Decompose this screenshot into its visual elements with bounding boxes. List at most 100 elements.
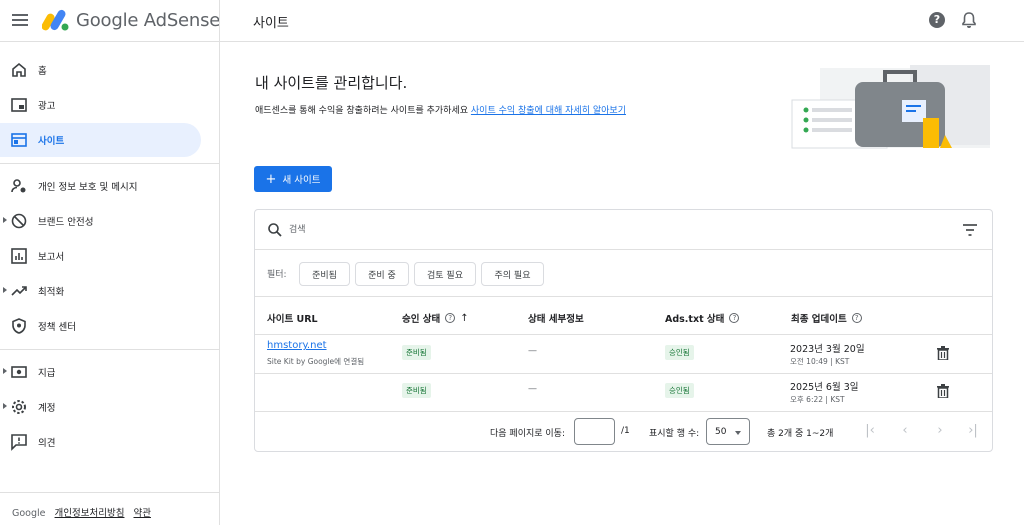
shield-icon — [12, 318, 26, 334]
sites-icon — [11, 133, 27, 147]
sites-table-card: 필터: 준비됨 준비 중 검토 필요 주의 필요 사이트 URL 승인 상태?↑… — [254, 209, 993, 452]
sidebar-item-label: 정책 센터 — [38, 322, 76, 333]
sidebar-item-label: 사이트 — [38, 136, 65, 147]
briefcase-illustration — [791, 65, 990, 149]
column-header-last-updated[interactable]: 최종 업데이트? — [791, 311, 862, 325]
first-page-icon[interactable]: |‹ — [861, 422, 879, 440]
terms-link[interactable]: 약관 — [134, 508, 151, 519]
sidebar-item-label: 홈 — [38, 66, 47, 77]
ads-txt-badge: 승인됨 — [665, 383, 694, 398]
last-updated-date: 2025년 6월 3일 — [790, 382, 859, 393]
filter-chip-preparing[interactable]: 준비 중 — [355, 262, 409, 286]
sidebar-divider — [0, 163, 219, 164]
rows-per-page-select[interactable]: 50 — [706, 418, 750, 445]
learn-more-link[interactable]: 사이트 수익 창출에 대해 자세히 알아보기 — [471, 106, 626, 116]
sidebar-item-privacy[interactable]: 개인 정보 보호 및 메시지 — [0, 169, 201, 203]
ads-icon — [11, 98, 27, 112]
page-number-input[interactable] — [574, 418, 615, 445]
help-icon: ? — [729, 313, 740, 323]
google-label: Google — [12, 508, 46, 519]
pagination-bar: 다음 페이지로 이동: /1 표시할 행 수: 50 총 2개 중 1~2개 |… — [255, 412, 992, 452]
adsense-logo — [42, 9, 69, 31]
row-divider — [255, 373, 992, 374]
approval-status-badge: 준비됨 — [402, 383, 431, 398]
ads-txt-badge: 승인됨 — [665, 345, 694, 360]
sidebar-item-label: 의견 — [38, 438, 56, 449]
header-divider — [255, 334, 992, 335]
column-header-ads-txt[interactable]: Ads.txt 상태? — [665, 311, 740, 325]
delete-icon[interactable] — [937, 384, 949, 398]
new-site-button[interactable]: + 새 사이트 — [254, 166, 332, 192]
notifications-icon[interactable] — [961, 11, 977, 29]
sidebar-item-label: 지급 — [38, 368, 56, 379]
chevron-down-icon — [735, 431, 741, 435]
sidebar-item-account[interactable]: 계정 — [0, 390, 201, 424]
help-icon: ? — [851, 313, 862, 323]
expand-icon[interactable] — [3, 287, 7, 293]
rows-per-page-value: 50 — [715, 426, 727, 437]
column-header-site-url[interactable]: 사이트 URL — [267, 311, 318, 325]
block-icon — [11, 213, 27, 229]
approval-status-badge: 준비됨 — [402, 345, 431, 360]
sidebar-item-policy-center[interactable]: 정책 센터 — [0, 309, 201, 343]
sidebar-item-reports[interactable]: 보고서 — [0, 239, 201, 273]
search-bar — [255, 210, 992, 250]
trending-icon — [11, 286, 27, 296]
page-total: /1 — [621, 426, 630, 436]
last-updated-time: 오후 6:22 | KST — [790, 395, 845, 404]
search-input[interactable] — [289, 222, 889, 238]
header-divider — [219, 0, 220, 42]
site-url-link[interactable]: hmstory.net — [267, 340, 327, 351]
privacy-link[interactable]: 개인정보처리방침 — [55, 508, 125, 519]
sidebar-item-ads[interactable]: 광고 — [0, 88, 201, 122]
last-page-icon[interactable]: ›| — [964, 422, 982, 440]
help-icon: ? — [445, 313, 456, 323]
new-site-label: 새 사이트 — [282, 175, 321, 186]
sidebar-item-label: 광고 — [38, 101, 56, 112]
reports-icon — [11, 248, 27, 264]
sidebar-divider — [0, 349, 219, 350]
sidebar-item-home[interactable]: 홈 — [0, 53, 201, 87]
sidebar-item-optimization[interactable]: 최적화 — [0, 274, 201, 308]
sidebar-item-label: 보고서 — [38, 252, 65, 263]
expand-icon[interactable] — [3, 368, 7, 374]
filter-chip-ready[interactable]: 준비됨 — [299, 262, 350, 286]
sidebar-item-label: 최적화 — [38, 287, 65, 298]
filter-chip-attention-needed[interactable]: 주의 필요 — [481, 262, 544, 286]
payments-icon — [11, 366, 27, 378]
sidebar-footer: Google 개인정보처리방침 약관 — [12, 505, 151, 519]
status-details-value: — — [528, 384, 537, 394]
filter-chip-review-needed[interactable]: 검토 필요 — [414, 262, 476, 286]
sort-arrow-icon: ↑ — [460, 312, 469, 324]
filter-icon[interactable] — [963, 224, 977, 236]
rows-per-page-label: 표시할 행 수: — [649, 429, 700, 439]
page-title: 사이트 — [253, 16, 289, 31]
description-text: 애드센스를 통해 수익을 창출하려는 사이트를 추가하세요 — [255, 106, 469, 116]
sidebar-divider — [0, 492, 219, 493]
home-icon — [12, 62, 26, 77]
range-text: 총 2개 중 1~2개 — [767, 429, 834, 439]
sidebar-item-label: 개인 정보 보호 및 메시지 — [38, 182, 138, 193]
goto-page-label: 다음 페이지로 이동: — [490, 429, 565, 439]
delete-icon[interactable] — [937, 346, 949, 360]
expand-icon[interactable] — [3, 403, 7, 409]
sidebar-item-payments[interactable]: 지급 — [0, 355, 201, 389]
brand-name: Google AdSense — [76, 10, 221, 31]
next-page-icon[interactable]: › — [931, 422, 949, 440]
sidebar: 홈 광고 사이트 개인 정보 보호 및 메시지 브랜드 안전성 보고서 최적화 … — [0, 42, 220, 525]
main-heading: 내 사이트를 관리합니다. — [255, 74, 408, 92]
sidebar-item-feedback[interactable]: 의견 — [0, 425, 201, 459]
add-icon: + — [265, 171, 277, 187]
column-header-status-details: 상태 세부정보 — [528, 314, 584, 325]
status-details-value: — — [528, 346, 537, 356]
sidebar-item-sites[interactable]: 사이트 — [0, 123, 201, 157]
prev-page-icon[interactable]: ‹ — [896, 422, 914, 440]
search-icon — [268, 223, 282, 237]
sidebar-item-brand-safety[interactable]: 브랜드 안전성 — [0, 204, 201, 238]
column-header-approval-status[interactable]: 승인 상태? ↑ — [402, 311, 469, 326]
sidebar-item-label: 브랜드 안전성 — [38, 217, 94, 228]
expand-icon[interactable] — [3, 217, 7, 223]
filter-chips-row: 필터: 준비됨 준비 중 검토 필요 주의 필요 — [255, 250, 992, 297]
help-icon[interactable]: ? — [929, 12, 945, 28]
menu-icon[interactable] — [10, 11, 30, 31]
